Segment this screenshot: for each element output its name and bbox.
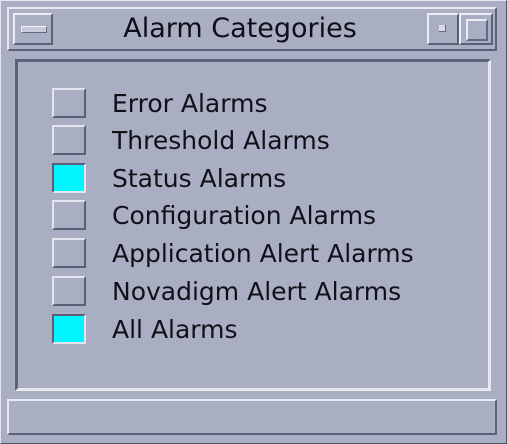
minimize-button[interactable] — [427, 13, 459, 45]
category-label: Error Alarms — [112, 89, 268, 118]
maximize-icon — [466, 19, 488, 41]
window-title: Alarm Categories — [123, 13, 357, 44]
category-label: Status Alarms — [112, 164, 287, 193]
category-item-threshold-alarms[interactable]: Threshold Alarms — [52, 124, 482, 160]
checkbox[interactable] — [52, 88, 86, 118]
status-area — [7, 399, 497, 435]
minimize-icon — [439, 25, 446, 32]
category-label: All Alarms — [112, 315, 238, 344]
checkbox[interactable] — [52, 200, 86, 230]
category-label: Application Alert Alarms — [112, 239, 414, 268]
category-item-application-alert-alarms[interactable]: Application Alert Alarms — [52, 237, 482, 273]
checkbox[interactable] — [52, 276, 86, 306]
category-item-configuration-alarms[interactable]: Configuration Alarms — [52, 199, 482, 235]
alarm-categories-window: Alarm Categories Error Alarms Threshold … — [0, 0, 507, 444]
checkbox[interactable] — [52, 125, 86, 155]
category-item-all-alarms[interactable]: All Alarms — [52, 313, 482, 349]
checkbox[interactable] — [52, 238, 86, 268]
category-label: Threshold Alarms — [112, 126, 330, 155]
window-menu-button[interactable] — [13, 13, 53, 45]
category-label: Novadigm Alert Alarms — [112, 277, 402, 306]
checkbox[interactable] — [52, 314, 86, 344]
category-item-novadigm-alert-alarms[interactable]: Novadigm Alert Alarms — [52, 275, 482, 311]
title-bar[interactable]: Alarm Categories — [7, 7, 497, 51]
window-menu-icon — [21, 26, 47, 33]
category-label: Configuration Alarms — [112, 201, 377, 230]
category-item-error-alarms[interactable]: Error Alarms — [52, 87, 482, 123]
checkbox[interactable] — [52, 163, 86, 193]
category-list-panel: Error Alarms Threshold Alarms Status Ala… — [15, 59, 491, 391]
category-item-status-alarms[interactable]: Status Alarms — [52, 162, 482, 198]
maximize-button[interactable] — [459, 13, 493, 45]
